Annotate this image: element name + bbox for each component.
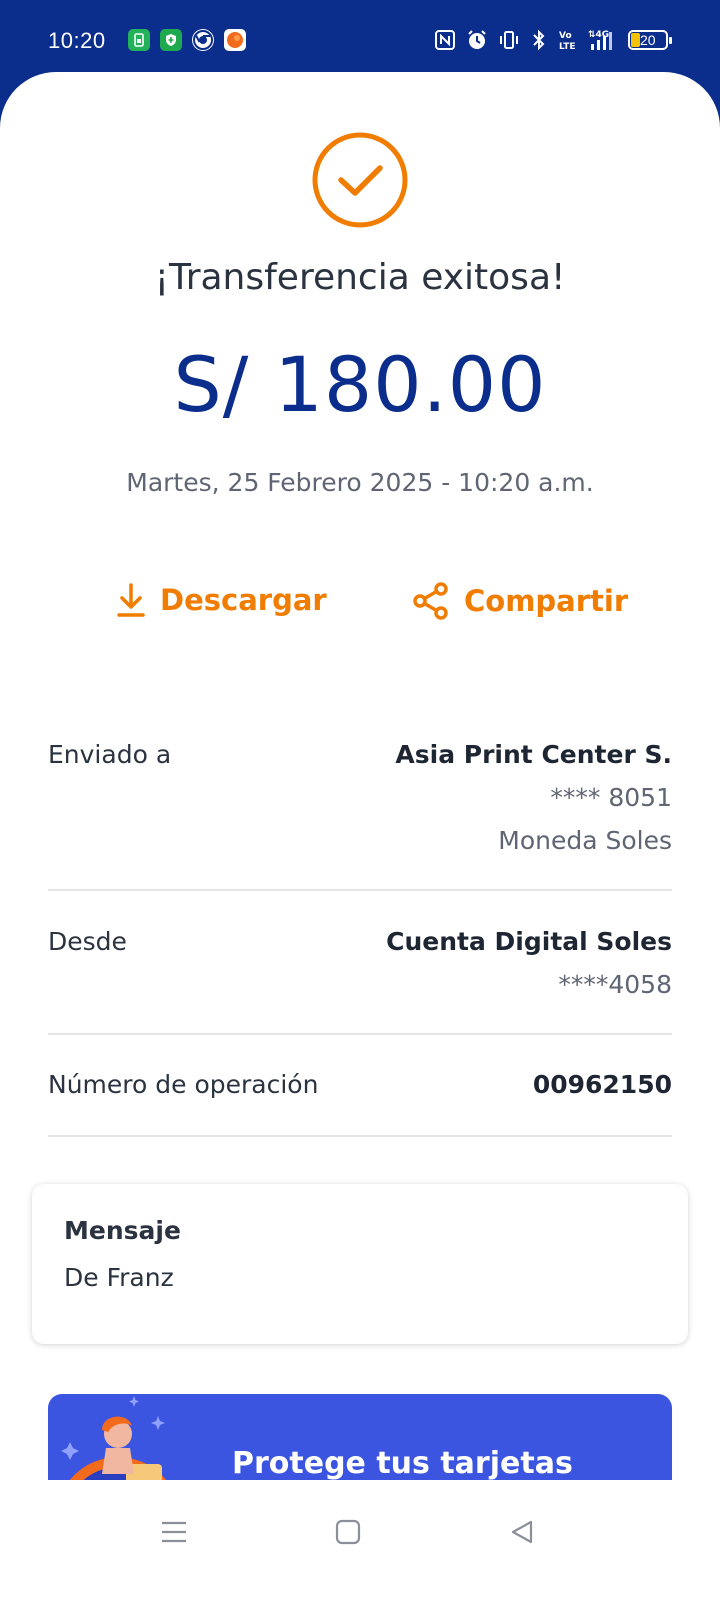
system-icons: Vo LTE ⇅4G 20 [434, 27, 672, 53]
promo-text: Protege tus tarjetas [232, 1446, 573, 1481]
success-check-icon [312, 132, 408, 228]
svg-text:⇅4G: ⇅4G [588, 30, 609, 40]
status-time: 10:20 [48, 28, 106, 53]
success-title: ¡Transferencia exitosa! [154, 257, 566, 298]
signal-4g-icon: ⇅4G [588, 30, 612, 50]
battery-level: 20 [640, 32, 656, 48]
home-button[interactable] [328, 1512, 368, 1552]
app-green-icon [128, 29, 150, 51]
transfer-datetime: Martes, 25 Febrero 2025 - 10:20 a.m. [126, 468, 594, 497]
recents-icon [162, 1521, 186, 1543]
divider [48, 889, 672, 891]
source-account-number: ****4058 [558, 970, 672, 999]
battery-fill [631, 33, 640, 47]
detail-row-source: Desde Cuenta Digital Soles ****4058 [48, 927, 672, 1007]
recipient-values: Asia Print Center S. **** 8051 Moneda So… [395, 740, 672, 856]
source-account-name: Cuenta Digital Soles [386, 927, 672, 956]
home-icon [335, 1519, 361, 1545]
recipient-account: **** 8051 [550, 783, 672, 812]
svg-text:Vo: Vo [559, 31, 572, 41]
receipt-card: ¡Transferencia exitosa! S/ 180.00 Martes… [0, 72, 720, 1600]
download-label: Descargar [160, 583, 327, 617]
notification-icons [128, 29, 246, 51]
recents-button[interactable] [154, 1512, 194, 1552]
recipient-currency: Moneda Soles [498, 826, 672, 855]
recipient-label: Enviado a [48, 740, 172, 769]
share-icon [413, 582, 448, 620]
battery-icon: 20 [628, 30, 672, 50]
orange-app-icon [224, 29, 246, 51]
operation-number: 00962150 [532, 1070, 672, 1099]
operation-values: 00962150 [533, 1070, 672, 1100]
chrome-icon [192, 29, 214, 51]
detail-row-recipient: Enviado a Asia Print Center S. **** 8051… [48, 740, 672, 860]
detail-row-operation: Número de operación 00962150 [48, 1070, 672, 1110]
source-label: Desde [48, 927, 127, 956]
message-card: Mensaje De Franz [32, 1184, 688, 1344]
bluetooth-icon [533, 29, 545, 51]
nfc-icon [435, 30, 455, 50]
status-bar: 10:20 Vo LTE ⇅4G 20 [0, 0, 720, 80]
back-icon [511, 1520, 533, 1544]
volte-icon: VoLTE [559, 31, 576, 52]
alarm-icon [468, 30, 486, 49]
share-label: Compartir [464, 584, 629, 618]
operation-label: Número de operación [48, 1070, 319, 1099]
share-button[interactable]: Compartir [412, 582, 628, 620]
message-title: Mensaje [64, 1216, 181, 1245]
divider [48, 1033, 672, 1035]
back-button[interactable] [502, 1512, 542, 1552]
message-body: De Franz [64, 1263, 174, 1292]
recipient-name: Asia Print Center S. [395, 740, 672, 769]
source-values: Cuenta Digital Soles ****4058 [386, 927, 672, 1000]
download-button[interactable]: Descargar [116, 582, 327, 618]
shield-app-icon [160, 29, 182, 51]
navigation-bar [0, 1480, 720, 1600]
divider [48, 1135, 672, 1137]
svg-text:LTE: LTE [559, 42, 576, 52]
download-icon [117, 583, 145, 617]
vibrate-icon [500, 31, 518, 49]
transfer-amount: S/ 180.00 [173, 340, 547, 429]
